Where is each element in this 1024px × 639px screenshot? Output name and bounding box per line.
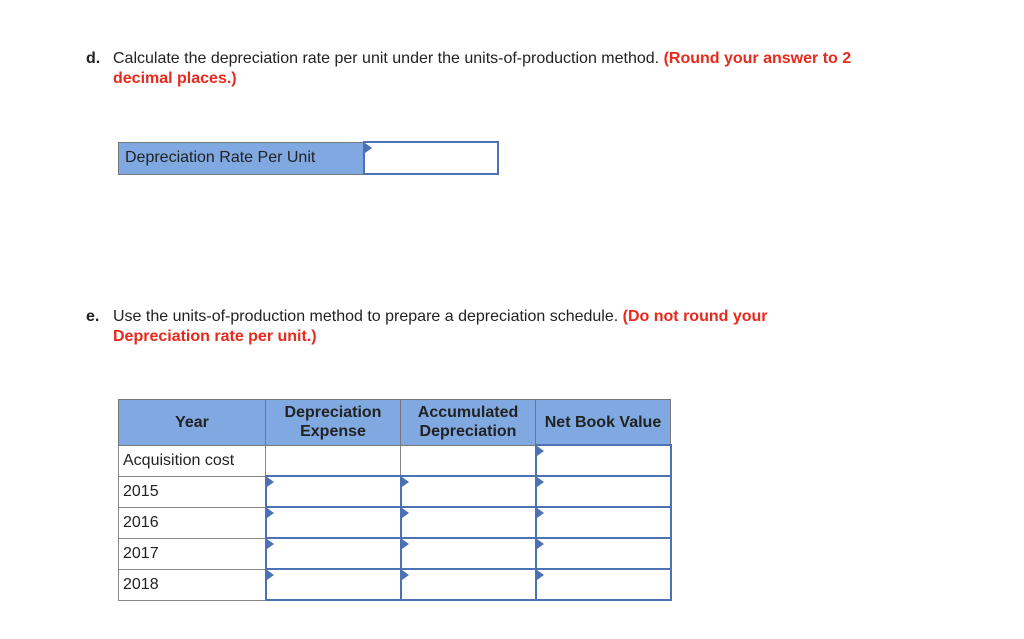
question-e-note-cont: Depreciation rate per unit.) bbox=[113, 328, 317, 345]
dep-expense-input[interactable] bbox=[264, 475, 402, 508]
input-flag-icon bbox=[536, 446, 544, 456]
table-row: 2015 bbox=[118, 475, 672, 508]
dep-expense-input[interactable] bbox=[264, 506, 402, 539]
input-flag-icon bbox=[365, 143, 372, 153]
table-row: 2017 bbox=[118, 537, 672, 570]
header-acc-dep: Accumulated Depreciation bbox=[400, 399, 536, 446]
table-row: Acquisition cost bbox=[118, 444, 672, 477]
dep-expense-input[interactable] bbox=[264, 537, 402, 570]
input-flag-icon bbox=[536, 508, 544, 518]
question-e: e. Use the units-of-production method to … bbox=[86, 307, 946, 347]
question-d-letter: d. bbox=[86, 50, 101, 67]
question-e-note: (Do not round your bbox=[622, 308, 768, 325]
acc-dep-input[interactable] bbox=[399, 475, 537, 508]
input-flag-icon bbox=[536, 477, 544, 487]
table-row: 2016 bbox=[118, 506, 672, 539]
input-flag-icon bbox=[401, 570, 409, 580]
rate-input[interactable] bbox=[363, 141, 499, 175]
question-d-note-cont: decimal places.) bbox=[113, 70, 237, 87]
question-d-text: Calculate the depreciation rate per unit… bbox=[113, 50, 660, 67]
empty-cell bbox=[400, 444, 536, 477]
question-d: d. Calculate the depreciation rate per un… bbox=[86, 49, 946, 89]
header-dep-expense: Depreciation Expense bbox=[265, 399, 401, 446]
input-flag-icon bbox=[401, 508, 409, 518]
input-flag-icon bbox=[266, 570, 274, 580]
row-label: 2015 bbox=[118, 475, 266, 508]
input-flag-icon bbox=[266, 477, 274, 487]
nbv-input[interactable] bbox=[534, 475, 672, 508]
input-flag-icon bbox=[401, 477, 409, 487]
depreciation-schedule: Year Depreciation Expense Accumulated De… bbox=[118, 399, 672, 601]
header-year: Year bbox=[118, 399, 266, 446]
row-label: 2018 bbox=[118, 568, 266, 601]
input-flag-icon bbox=[266, 539, 274, 549]
rate-table: Depreciation Rate Per Unit bbox=[118, 141, 499, 175]
input-flag-icon bbox=[536, 570, 544, 580]
input-flag-icon bbox=[536, 539, 544, 549]
row-label: 2016 bbox=[118, 506, 266, 539]
rate-label: Depreciation Rate Per Unit bbox=[118, 141, 365, 175]
acc-dep-input[interactable] bbox=[399, 506, 537, 539]
row-label: 2017 bbox=[118, 537, 266, 570]
nbv-input[interactable] bbox=[534, 444, 672, 477]
question-d-note: (Round your answer to 2 bbox=[663, 50, 852, 67]
header-nbv: Net Book Value bbox=[535, 399, 671, 446]
table-row: 2018 bbox=[118, 568, 672, 601]
row-label: Acquisition cost bbox=[118, 444, 266, 477]
empty-cell bbox=[265, 444, 401, 477]
dep-expense-input[interactable] bbox=[264, 568, 402, 601]
question-e-text: Use the units-of-production method to pr… bbox=[113, 308, 619, 325]
nbv-input[interactable] bbox=[534, 568, 672, 601]
nbv-input[interactable] bbox=[534, 537, 672, 570]
input-flag-icon bbox=[266, 508, 274, 518]
acc-dep-input[interactable] bbox=[399, 568, 537, 601]
input-flag-icon bbox=[401, 539, 409, 549]
nbv-input[interactable] bbox=[534, 506, 672, 539]
acc-dep-input[interactable] bbox=[399, 537, 537, 570]
question-e-letter: e. bbox=[86, 308, 100, 325]
